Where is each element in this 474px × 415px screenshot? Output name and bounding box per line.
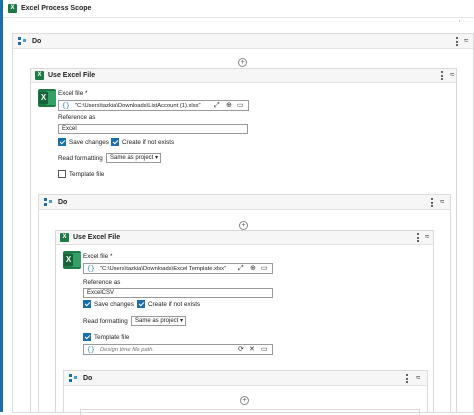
use-excel-title-2: Use Excel File — [73, 234, 121, 241]
save-changes-label: Save changes — [94, 301, 134, 308]
scope-accent-bar — [0, 0, 3, 412]
use-excel-title-1: Use Excel File — [48, 72, 96, 79]
do-title-2: Do — [58, 199, 68, 206]
add-activity-button[interactable]: + — [240, 396, 249, 405]
read-formatting-value: Same as project — [110, 155, 154, 161]
collapse-icon[interactable]: ≈ — [450, 71, 454, 79]
folder-icon[interactable]: ▭ — [237, 102, 244, 110]
collapse-icon[interactable]: ≈ — [440, 198, 444, 206]
clear-icon[interactable]: ✕ — [249, 346, 255, 354]
more-options-icon[interactable] — [456, 37, 459, 46]
reference-field[interactable]: Excel — [58, 124, 248, 134]
more-options-icon[interactable] — [417, 233, 420, 242]
do-header-1[interactable]: Do ≈ — [13, 34, 473, 49]
read-formatting-select[interactable]: Same as project ▾ — [106, 153, 161, 163]
create-if-not-exists-checkbox[interactable] — [111, 138, 119, 146]
chevron-down-icon: ▾ — [154, 155, 158, 161]
reference-field[interactable]: ExcelCSV — [83, 288, 273, 298]
scope-header[interactable]: X Excel Process Scope — [3, 0, 474, 18]
expression-braces-icon[interactable]: {} — [87, 346, 95, 353]
do-sequence-3: Do ≈ + — [63, 370, 428, 415]
expand-icon[interactable]: ⤢ — [214, 102, 220, 110]
excel-file-value: "C:\Users\tazkia\Downloads\Excel Templat… — [100, 265, 227, 272]
read-formatting-label: Read formatting — [58, 155, 103, 162]
template-file-checkbox[interactable] — [83, 333, 91, 341]
save-changes-checkbox[interactable] — [83, 300, 91, 308]
read-formatting-select[interactable]: Same as project ▾ — [131, 316, 186, 326]
template-file-field[interactable]: {} Design time file path. ⟳ ✕ ▭ — [83, 344, 273, 355]
reference-label: Reference as — [83, 279, 121, 286]
plus-circle-icon[interactable]: ⊕ — [250, 265, 256, 273]
use-excel-header-1[interactable]: X Use Excel File ≈ — [31, 69, 456, 83]
excel-icon: X — [8, 4, 17, 13]
do-title-3: Do — [83, 375, 93, 382]
more-options-icon[interactable] — [441, 71, 444, 80]
expand-icon[interactable]: ⤢ — [238, 265, 244, 273]
expression-braces-icon[interactable]: {} — [87, 265, 95, 272]
sequence-icon — [18, 37, 26, 45]
scope-divider — [459, 20, 460, 22]
folder-icon[interactable]: ▭ — [261, 346, 268, 354]
expression-braces-icon[interactable]: {} — [62, 102, 70, 109]
plus-circle-icon[interactable]: ⊕ — [226, 102, 232, 110]
excel-file-icon: X — [63, 251, 81, 269]
read-formatting-label: Read formatting — [83, 318, 128, 325]
do-header-2[interactable]: Do ≈ — [39, 195, 450, 210]
reference-label: Reference as — [58, 114, 96, 121]
more-options-icon[interactable] — [431, 198, 434, 207]
excel-file-icon: X — [38, 89, 56, 107]
more-options-icon[interactable] — [406, 374, 409, 383]
collapse-icon[interactable]: ≈ — [425, 233, 429, 241]
read-formatting-value: Same as project — [135, 318, 179, 324]
create-if-not-exists-label: Create if not exists — [148, 301, 201, 308]
collapse-icon[interactable]: ≈ — [416, 374, 420, 382]
do-title-1: Do — [32, 38, 42, 45]
template-file-label: Template file — [69, 171, 105, 178]
scope-title: Excel Process Scope — [21, 5, 92, 12]
collapse-icon[interactable]: ≈ — [464, 37, 468, 45]
do-header-3[interactable]: Do ≈ — [64, 371, 427, 386]
excel-file-field[interactable]: {} "C:\Users\tazkia\Downloads\ListAccoun… — [58, 100, 249, 111]
sequence-icon — [69, 374, 77, 382]
template-file-placeholder: Design time file path. — [100, 346, 155, 353]
sequence-icon — [44, 198, 52, 206]
create-if-not-exists-label: Create if not exists — [122, 139, 175, 146]
template-file-label: Template file — [94, 334, 130, 341]
chevron-down-icon: ▾ — [179, 318, 183, 324]
excel-icon: X — [35, 71, 44, 80]
excel-file-label: Excel file * — [83, 253, 113, 260]
folder-icon[interactable]: ▭ — [261, 265, 268, 273]
template-file-checkbox[interactable] — [58, 170, 66, 178]
save-changes-label: Save changes — [69, 139, 109, 146]
add-activity-button[interactable]: + — [239, 221, 248, 230]
use-excel-header-2[interactable]: X Use Excel File ≈ — [56, 231, 433, 245]
add-activity-button[interactable]: + — [238, 58, 247, 67]
excel-icon: X — [60, 233, 69, 242]
excel-file-label: Excel file * — [58, 90, 88, 97]
excel-file-value: "C:\Users\tazkia\Downloads\ListAccount (… — [75, 102, 201, 109]
refresh-icon[interactable]: ⟳ — [238, 346, 244, 354]
save-changes-checkbox[interactable] — [58, 138, 66, 146]
create-if-not-exists-checkbox[interactable] — [137, 300, 145, 308]
excel-file-field[interactable]: {} "C:\Users\tazkia\Downloads\Excel Temp… — [83, 263, 273, 274]
